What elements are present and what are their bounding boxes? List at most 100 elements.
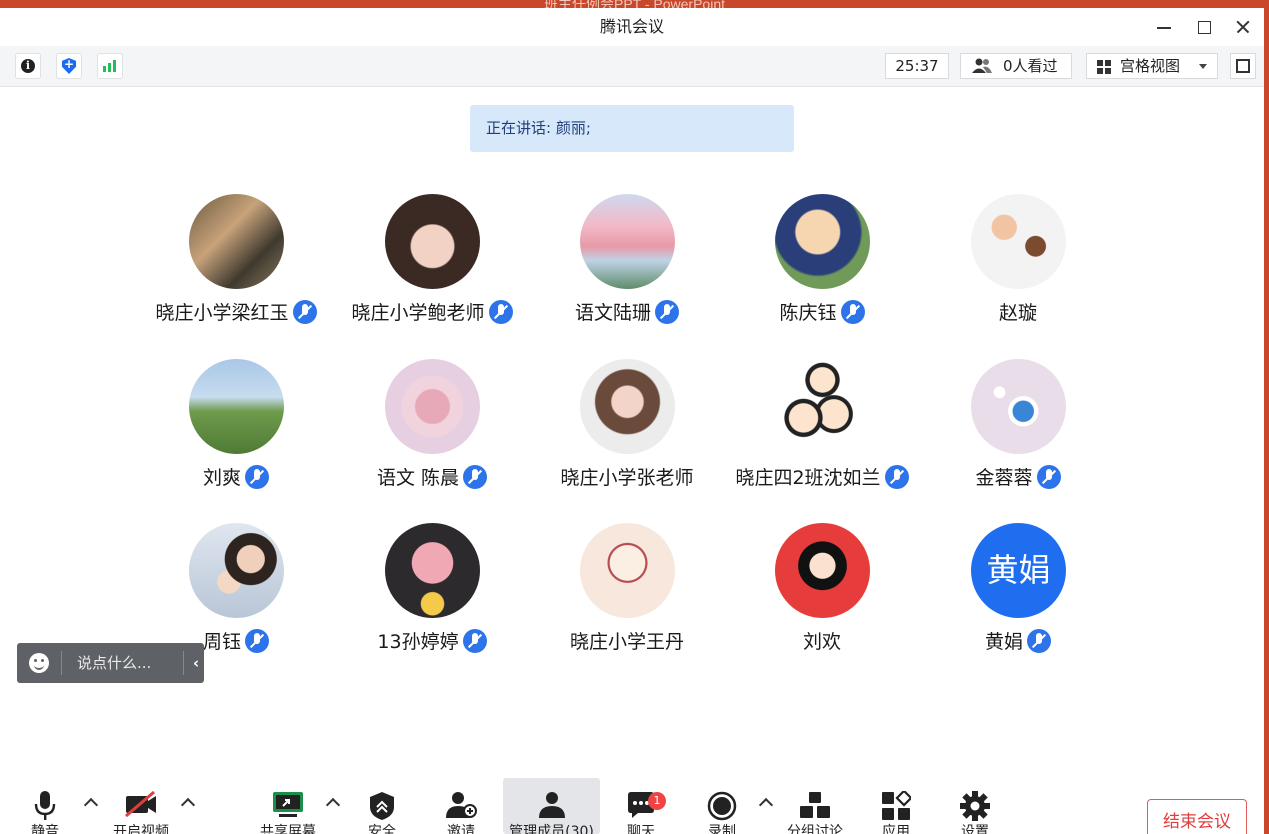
mic-muted-icon [488,299,513,324]
chat-button[interactable]: 1 聊天 [616,778,666,834]
mic-muted-icon [292,299,317,324]
breakout-button[interactable]: 分组讨论 [782,778,848,834]
invite-button[interactable]: 邀请 [436,778,486,834]
mic-muted-icon [463,464,488,489]
title-bar: 腾讯会议 [0,8,1264,46]
mic-muted-icon [245,464,269,489]
avatar [189,194,284,289]
participant-tile[interactable]: 13孙婷婷 [337,523,527,673]
close-icon[interactable] [1232,16,1254,38]
participant-tile[interactable]: 晓庄小学梁红玉 [141,194,331,344]
view-mode-label: 宫格视图 [1120,57,1181,75]
end-meeting-button[interactable]: 结束会议 [1147,799,1247,834]
chat-label: 聊天 [627,824,655,834]
avatar [580,194,675,289]
share-screen-icon [273,792,303,817]
mic-muted-icon [1027,628,1051,653]
participant-tile[interactable]: 晓庄小学张老师 [532,359,722,509]
settings-button[interactable]: 设置 [950,778,1000,834]
participant-tile[interactable]: 金蓉蓉 [923,359,1113,509]
avatar [189,359,284,454]
video-options-chevron-icon[interactable] [180,797,196,813]
record-button[interactable]: 录制 [697,778,747,834]
settings-label: 设置 [961,824,989,834]
info-bar: 25:37 0人看过 宫格视图 [0,46,1264,87]
avatar [580,359,675,454]
participant-name: 刘欢 [802,631,841,653]
participant-name: 陈庆钰 [779,302,837,324]
manage-members-label: 管理成员(30) [509,824,594,834]
viewers-button[interactable]: 0人看过 [960,53,1072,79]
participant-name: 赵璇 [998,302,1037,324]
participant-tile[interactable]: 晓庄小学王丹 [532,523,722,673]
invite-label: 邀请 [447,824,475,834]
avatar: 黄娟 [971,523,1066,618]
participant-tile[interactable]: 语文 陈晨 [337,359,527,509]
security-icon [370,792,394,820]
breakout-label: 分组讨论 [787,824,843,834]
fullscreen-icon[interactable] [1230,53,1256,79]
avatar [580,523,675,618]
avatar [971,194,1066,289]
breakout-icon [800,792,830,818]
info-icon[interactable] [15,53,41,79]
record-options-chevron-icon[interactable] [758,797,774,813]
participant-name: 晓庄小学王丹 [569,631,684,653]
mute-options-chevron-icon[interactable] [83,797,99,813]
participant-tile[interactable]: 陈庆钰 [727,194,917,344]
mic-muted-icon [462,628,487,653]
microphone-icon [34,791,56,820]
signal-icon[interactable] [97,53,123,79]
speaking-indicator: 正在讲话: 颜丽; [470,105,794,152]
participant-tile[interactable]: 赵璇 [923,194,1113,344]
avatar [385,523,480,618]
participant-tile[interactable]: 刘爽 [141,359,331,509]
quick-chat-popup[interactable]: 说点什么... ‹ [17,643,204,683]
manage-members-button[interactable]: 管理成员(30) [503,778,600,834]
maximize-icon[interactable] [1193,16,1215,38]
avatar [189,523,284,618]
mute-button[interactable]: 静音 [20,778,70,834]
security-shield-icon[interactable] [56,53,82,79]
invite-user-icon [446,792,477,818]
avatar [385,359,480,454]
avatar [775,523,870,618]
record-label: 录制 [708,824,736,834]
participant-name: 晓庄小学张老师 [560,467,694,489]
participant-name: 13孙婷婷 [377,631,459,653]
mic-muted-icon [1036,464,1061,489]
gear-icon [960,791,990,821]
chevron-down-icon [1199,64,1207,69]
participant-name: 刘爽 [202,467,241,489]
participant-tile[interactable]: 刘欢 [727,523,917,673]
apps-button[interactable]: 应用 [871,778,921,834]
view-mode-dropdown[interactable]: 宫格视图 [1086,53,1218,79]
speaking-text: 正在讲话: 颜丽; [486,119,591,137]
mic-muted-icon [840,299,865,324]
participant-tile[interactable]: 晓庄小学鲍老师 [337,194,527,344]
video-label: 开启视频 [113,824,169,834]
share-screen-button[interactable]: 共享屏幕 [250,778,326,834]
meeting-window: 腾讯会议 25:37 0人看过 宫格视图 [0,8,1264,834]
participant-name: 晓庄四2班沈如兰 [735,467,881,489]
emoji-icon[interactable] [29,653,49,673]
chat-input[interactable]: 说点什么... [77,643,151,683]
collapse-chevron-icon[interactable]: ‹ [193,643,205,683]
security-button[interactable]: 安全 [357,778,407,834]
background-window-title: 班主任例会PPT - PowerPoint [543,0,725,8]
participant-tile[interactable]: 黄娟 黄娟 [923,523,1113,673]
participant-name: 黄娟 [984,631,1023,653]
share-options-chevron-icon[interactable] [325,797,341,813]
minimize-icon[interactable] [1153,16,1175,38]
chat-badge: 1 [648,792,666,810]
participant-name: 晓庄小学鲍老师 [351,302,485,324]
participant-name: 周钰 [202,631,241,653]
avatar [775,359,870,454]
participant-name: 语文陆珊 [574,302,651,324]
apps-label: 应用 [882,824,910,834]
participant-tile[interactable]: 晓庄四2班沈如兰 [727,359,917,509]
mic-muted-icon [655,299,679,324]
participant-tile[interactable]: 语文陆珊 [532,194,722,344]
video-button[interactable]: 开启视频 [106,778,176,834]
mute-label: 静音 [31,824,59,834]
